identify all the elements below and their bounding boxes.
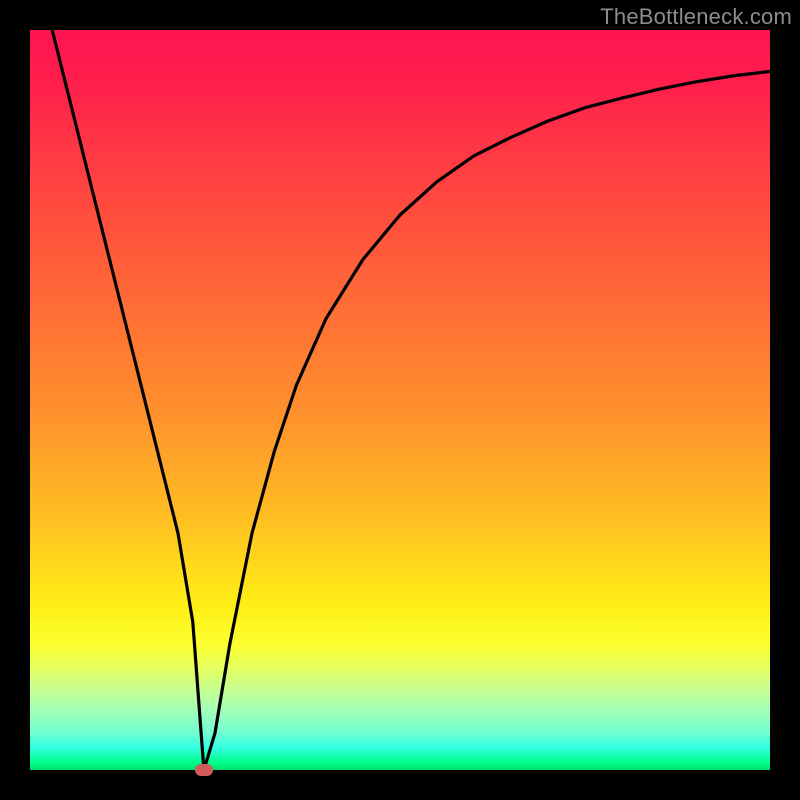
plot-area	[30, 30, 770, 770]
watermark-text: TheBottleneck.com	[600, 4, 792, 30]
optimal-point-marker	[195, 764, 213, 776]
curve-line	[52, 30, 770, 770]
chart-frame: TheBottleneck.com	[0, 0, 800, 800]
bottleneck-curve	[30, 30, 770, 770]
